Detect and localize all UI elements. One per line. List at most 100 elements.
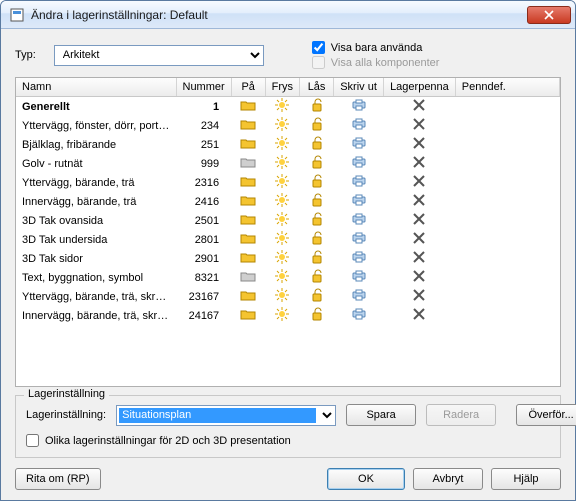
cell-on[interactable] (231, 287, 265, 306)
cell-on[interactable] (231, 230, 265, 249)
cell-lock[interactable] (300, 306, 334, 325)
table-row[interactable]: Innervägg, bärande, trä2416 (16, 192, 560, 211)
cell-lock[interactable] (300, 192, 334, 211)
table-row[interactable]: 3D Tak ovansida2501 (16, 211, 560, 230)
col-freeze[interactable]: Frys (265, 78, 299, 97)
cell-print[interactable] (334, 116, 384, 135)
cell-lock[interactable] (300, 173, 334, 192)
cell-lock[interactable] (300, 249, 334, 268)
cell-pendef (455, 154, 559, 173)
cb-used-line[interactable]: Visa bara använda (312, 41, 440, 54)
cell-freeze[interactable] (265, 173, 299, 192)
cell-lock[interactable] (300, 230, 334, 249)
cell-on[interactable] (231, 135, 265, 154)
cell-on[interactable] (231, 192, 265, 211)
cell-on[interactable] (231, 173, 265, 192)
cell-print[interactable] (334, 154, 384, 173)
cell-print[interactable] (334, 192, 384, 211)
table-row[interactable]: Bjälklag, fribärande251 (16, 135, 560, 154)
save-button[interactable]: Spara (346, 404, 416, 426)
cell-on[interactable] (231, 154, 265, 173)
cell-freeze[interactable] (265, 306, 299, 325)
cell-print[interactable] (334, 287, 384, 306)
table-row[interactable]: 3D Tak undersida2801 (16, 230, 560, 249)
cell-lock[interactable] (300, 287, 334, 306)
cell-freeze[interactable] (265, 287, 299, 306)
cell-on[interactable] (231, 268, 265, 287)
lock-icon (309, 174, 325, 191)
cell-pen[interactable] (384, 135, 456, 154)
cell-print[interactable] (334, 306, 384, 325)
layer-grid[interactable]: Namn Nummer På Frys Lås Skriv ut Lagerpe… (15, 77, 561, 387)
cell-print[interactable] (334, 249, 384, 268)
cell-pen[interactable] (384, 306, 456, 325)
cell-name: Golv - rutnät (16, 154, 176, 173)
sun-icon (274, 174, 290, 191)
ok-button[interactable]: OK (327, 468, 405, 490)
typ-combo[interactable]: Arkitekt (54, 45, 264, 66)
redraw-button[interactable]: Rita om (RP) (15, 468, 101, 490)
cell-print[interactable] (334, 211, 384, 230)
col-print[interactable]: Skriv ut (334, 78, 384, 97)
col-pendef[interactable]: Penndef. (455, 78, 559, 97)
cell-print[interactable] (334, 135, 384, 154)
diff2d3d-line[interactable]: Olika lagerinställningar för 2D och 3D p… (26, 434, 550, 447)
cell-pen[interactable] (384, 211, 456, 230)
cell-lock[interactable] (300, 116, 334, 135)
col-name[interactable]: Namn (16, 78, 176, 97)
col-lock[interactable]: Lås (300, 78, 334, 97)
folder-icon (240, 175, 256, 190)
table-row[interactable]: Text, byggnation, symbol8321 (16, 268, 560, 287)
cell-pen[interactable] (384, 173, 456, 192)
cell-freeze[interactable] (265, 211, 299, 230)
cell-pen[interactable] (384, 116, 456, 135)
cell-freeze[interactable] (265, 230, 299, 249)
cell-pen[interactable] (384, 97, 456, 117)
table-row[interactable]: Yttervägg, bärande, trä2316 (16, 173, 560, 192)
cell-pen[interactable] (384, 287, 456, 306)
cb-used[interactable] (312, 41, 325, 54)
cell-lock[interactable] (300, 135, 334, 154)
cell-pen[interactable] (384, 230, 456, 249)
cell-print[interactable] (334, 97, 384, 117)
diff2d3d-checkbox[interactable] (26, 434, 39, 447)
cell-on[interactable] (231, 306, 265, 325)
col-on[interactable]: På (231, 78, 265, 97)
cell-lock[interactable] (300, 211, 334, 230)
close-button[interactable] (527, 6, 571, 24)
cell-freeze[interactable] (265, 154, 299, 173)
cell-pen[interactable] (384, 268, 456, 287)
table-row[interactable]: Generellt1 (16, 97, 560, 117)
transfer-button[interactable]: Överför... (516, 404, 576, 426)
cell-print[interactable] (334, 230, 384, 249)
settings-combo[interactable]: Situationsplan (116, 405, 336, 426)
cell-pen[interactable] (384, 192, 456, 211)
help-button[interactable]: Hjälp (491, 468, 561, 490)
cell-pen[interactable] (384, 154, 456, 173)
cell-freeze[interactable] (265, 135, 299, 154)
cell-pendef (455, 173, 559, 192)
table-row[interactable]: Innervägg, bärande, trä, skravu...24167 (16, 306, 560, 325)
cell-lock[interactable] (300, 154, 334, 173)
cell-on[interactable] (231, 116, 265, 135)
cell-pen[interactable] (384, 249, 456, 268)
cell-freeze[interactable] (265, 97, 299, 117)
cell-lock[interactable] (300, 268, 334, 287)
cell-freeze[interactable] (265, 192, 299, 211)
cell-print[interactable] (334, 173, 384, 192)
col-number[interactable]: Nummer (176, 78, 231, 97)
cell-freeze[interactable] (265, 268, 299, 287)
cell-lock[interactable] (300, 97, 334, 117)
cell-freeze[interactable] (265, 249, 299, 268)
cell-on[interactable] (231, 97, 265, 117)
cell-on[interactable] (231, 249, 265, 268)
table-row[interactable]: 3D Tak sidor2901 (16, 249, 560, 268)
cell-on[interactable] (231, 211, 265, 230)
table-row[interactable]: Yttervägg, fönster, dörr, port m.m.234 (16, 116, 560, 135)
cell-freeze[interactable] (265, 116, 299, 135)
cancel-button[interactable]: Avbryt (413, 468, 483, 490)
col-pen[interactable]: Lagerpenna (384, 78, 456, 97)
table-row[interactable]: Golv - rutnät999 (16, 154, 560, 173)
cell-print[interactable] (334, 268, 384, 287)
table-row[interactable]: Yttervägg, bärande, trä, skravur...23167 (16, 287, 560, 306)
